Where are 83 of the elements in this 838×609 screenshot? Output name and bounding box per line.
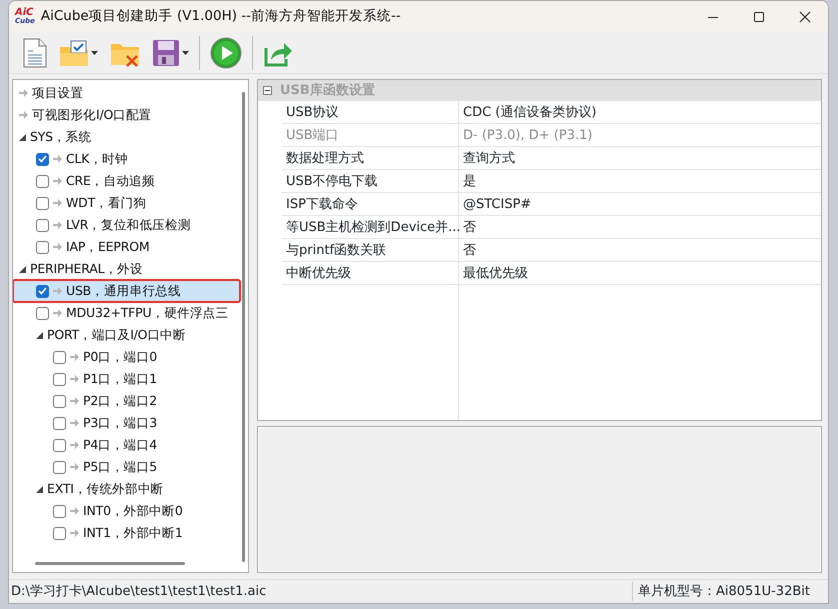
tree-item[interactable]: IAP，EEPROM	[13, 236, 240, 258]
tree-item[interactable]: P3口，端口3	[13, 412, 240, 434]
arrow-icon	[53, 287, 62, 295]
tree-item[interactable]: P5口，端口5	[13, 456, 240, 478]
tree-item[interactable]: P0口，端口0	[13, 346, 240, 368]
checkbox[interactable]	[36, 196, 49, 210]
arrow-icon	[70, 397, 79, 405]
tree-item[interactable]: P2口，端口2	[13, 390, 240, 412]
file-path: D:\学习打卡\AIcube\test1\test1\test1.aic	[10, 582, 268, 601]
arrow-icon	[19, 89, 28, 97]
checkbox[interactable]	[53, 416, 66, 430]
vertical-scrollbar[interactable]	[242, 92, 245, 562]
caret-icon	[182, 50, 189, 54]
property-name: 中断优先级	[282, 262, 459, 284]
checkbox[interactable]	[36, 240, 49, 254]
property-name: 等USB主机检测到Device并...	[282, 216, 459, 238]
property-name: ISP下载命令	[282, 193, 459, 215]
checkbox[interactable]	[53, 394, 66, 408]
horizontal-scrollbar[interactable]	[35, 562, 185, 564]
checkbox[interactable]	[36, 218, 49, 232]
checkbox[interactable]	[53, 460, 66, 474]
property-value[interactable]: CDC (通信设备类协议)	[459, 101, 821, 123]
play-icon	[210, 36, 242, 68]
chip-model: 单片机型号：Ai8051U-32Bit	[632, 582, 828, 602]
tree-item[interactable]: 项目设置	[13, 82, 240, 104]
tree-item[interactable]: 可视图形化I/O口配置	[13, 104, 240, 126]
tree-item[interactable]: CRE，自动追频	[13, 170, 240, 192]
maximize-icon[interactable]	[753, 10, 765, 22]
property-name: 数据处理方式	[282, 147, 459, 169]
arrow-icon	[70, 529, 79, 537]
arrow-icon	[53, 309, 62, 317]
run-button[interactable]	[208, 34, 244, 70]
new-file-button[interactable]	[21, 36, 49, 70]
property-name: 与printf函数关联	[282, 239, 459, 261]
tree-item[interactable]: CLK，时钟	[13, 148, 240, 170]
tree-item[interactable]: WDT，看门狗	[13, 192, 240, 214]
tree-item[interactable]: PORT，端口及I/O口中断	[13, 324, 240, 346]
arrow-icon	[70, 419, 79, 427]
tree-item[interactable]: INT0，外部中断0	[13, 500, 240, 522]
checkbox[interactable]	[36, 174, 49, 188]
folder-checkmark-icon	[59, 38, 89, 66]
checkbox[interactable]	[53, 350, 66, 364]
window-title: AiCube项目创建助手 (V1.00H) --前海方舟智能开发系统--	[40, 7, 401, 26]
tree-item[interactable]: USB，通用串行总线	[13, 280, 240, 302]
checkbox[interactable]	[53, 438, 66, 452]
arrow-icon	[53, 155, 62, 163]
property-value: D- (P3.0), D+ (P3.1)	[462, 127, 594, 145]
checkbox[interactable]	[53, 526, 66, 540]
tree-item[interactable]: INT1，外部中断1	[13, 522, 240, 544]
checkbox[interactable]	[53, 372, 66, 386]
arrow-icon	[70, 375, 79, 383]
property-value[interactable]: 查询方式	[459, 147, 821, 169]
property-name: USB端口	[282, 124, 459, 146]
checkbox[interactable]	[36, 306, 49, 320]
arrow-icon	[70, 507, 79, 515]
arrow-icon	[70, 463, 79, 471]
property-value[interactable]: 是	[459, 170, 821, 192]
checkbox[interactable]	[36, 284, 49, 298]
tree-item[interactable]: LVR，复位和低压检测	[13, 214, 240, 236]
document-icon	[23, 38, 47, 68]
property-value[interactable]: 否	[459, 239, 821, 261]
caret-icon	[91, 50, 98, 54]
arrow-icon	[70, 441, 79, 449]
arrow-icon	[53, 243, 62, 251]
checkbox[interactable]	[53, 504, 66, 518]
property-value[interactable]: @STCISP#	[459, 193, 821, 215]
arrow-icon	[53, 199, 62, 207]
property-value[interactable]: 否	[459, 216, 821, 238]
tree-item[interactable]: P1口，端口1	[13, 368, 240, 390]
close-icon[interactable]	[799, 10, 811, 22]
arrow-icon	[19, 111, 28, 119]
arrow-icon	[53, 221, 62, 229]
arrow-icon	[70, 353, 79, 361]
tree-item[interactable]: EXTI，传统外部中断	[13, 478, 240, 500]
property-value[interactable]: 最低优先级	[459, 262, 821, 284]
checkbox[interactable]	[36, 152, 49, 166]
arrow-icon	[53, 177, 62, 185]
tree-item[interactable]: P4口，端口4	[13, 434, 240, 456]
property-name: USB不停电下载	[282, 170, 459, 192]
tree-item[interactable]: SYS，系统	[13, 126, 240, 148]
tree-item[interactable]: MDU32+TFPU，硬件浮点三	[13, 302, 240, 324]
property-name: USB协议	[282, 101, 459, 123]
tree-item[interactable]: PERIPHERAL，外设	[13, 258, 240, 280]
